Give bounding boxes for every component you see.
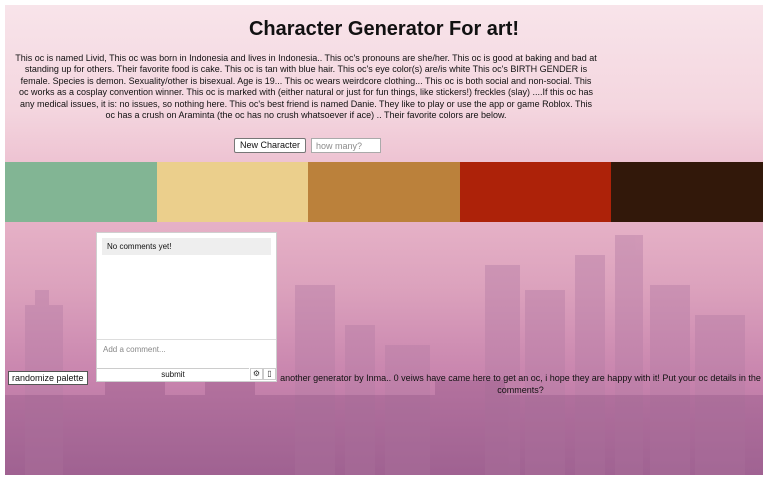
footer-text: another generator by Inma.. 0 veiws have… xyxy=(280,373,761,395)
character-description: This oc is named Livid, This oc was born… xyxy=(15,53,597,121)
color-palette xyxy=(5,162,763,222)
comment-input[interactable]: Add a comment... xyxy=(97,339,276,367)
palette-swatch-4 xyxy=(459,162,612,222)
settings-icon[interactable]: ⚙ xyxy=(250,368,263,380)
how-many-input[interactable] xyxy=(311,138,381,153)
page-frame: Character Generator For art! This oc is … xyxy=(5,5,763,475)
palette-swatch-3 xyxy=(308,162,460,222)
options-icon[interactable]: ▯ xyxy=(263,368,276,380)
new-character-button[interactable]: New Character xyxy=(234,138,307,153)
submit-button[interactable]: submit xyxy=(97,368,249,381)
page-title: Character Generator For art! xyxy=(248,18,520,40)
randomize-palette-button[interactable]: randomize palette xyxy=(8,371,88,385)
palette-swatch-1 xyxy=(5,162,157,222)
palette-swatch-2 xyxy=(156,162,309,222)
comments-widget: No comments yet! Add a comment... submit… xyxy=(96,232,277,382)
no-comments-message: No comments yet! xyxy=(102,238,271,255)
palette-swatch-5 xyxy=(611,162,763,222)
